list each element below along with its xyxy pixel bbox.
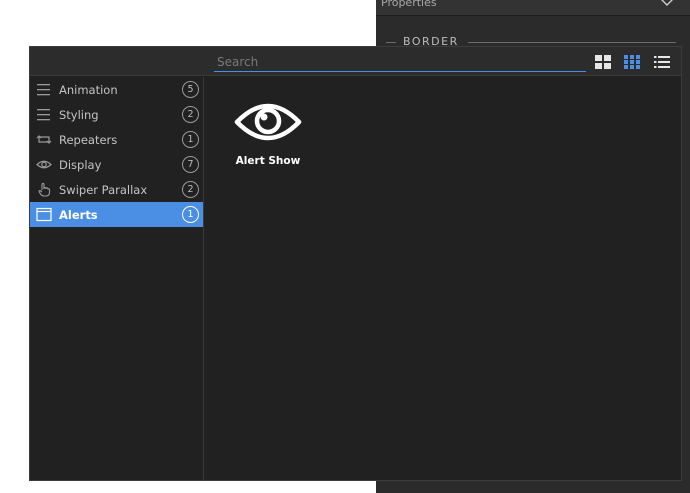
- sidebar-item-styling[interactable]: Styling 2: [30, 102, 203, 127]
- window-icon: [36, 207, 52, 222]
- repeat-icon: [36, 135, 52, 144]
- count-badge: 5: [182, 81, 199, 98]
- item-tile-alert-show[interactable]: Alert Show: [233, 99, 303, 175]
- sidebar-item-display[interactable]: Display 7: [30, 152, 203, 177]
- count-badge: 7: [182, 156, 199, 173]
- sidebar-item-label: Alerts: [59, 208, 98, 222]
- divider: [386, 42, 396, 43]
- properties-header[interactable]: Properties: [376, 0, 690, 16]
- eye-icon: [234, 103, 302, 141]
- sidebar-item-label: Styling: [59, 108, 99, 122]
- count-badge: 1: [182, 131, 199, 148]
- divider: [468, 42, 676, 43]
- hand-pointer-icon: [38, 182, 51, 197]
- element-picker-popup: Animation 5 Styling 2 Repeaters 1: [29, 46, 682, 481]
- large-grid-view-icon[interactable]: [595, 54, 611, 70]
- chevron-down-icon[interactable]: [660, 0, 674, 7]
- sidebar-item-label: Repeaters: [59, 133, 118, 147]
- items-grid: Alert Show: [205, 77, 681, 480]
- sidebar-item-repeaters[interactable]: Repeaters 1: [30, 127, 203, 152]
- sidebar-item-animation[interactable]: Animation 5: [30, 77, 203, 102]
- hamburger-icon: [37, 109, 50, 121]
- count-badge: 2: [182, 181, 199, 198]
- list-view-icon[interactable]: [654, 54, 670, 70]
- eye-icon: [36, 160, 52, 169]
- sidebar-item-label: Swiper Parallax: [59, 183, 148, 197]
- sidebar-item-label: Animation: [59, 83, 118, 97]
- category-sidebar: Animation 5 Styling 2 Repeaters 1 Displa…: [30, 77, 204, 480]
- sidebar-item-swiper-parallax[interactable]: Swiper Parallax 2: [30, 177, 203, 202]
- count-badge: 1: [182, 206, 199, 223]
- search-input[interactable]: [214, 52, 586, 72]
- hamburger-icon: [37, 84, 50, 96]
- properties-title: Properties: [381, 0, 437, 9]
- sidebar-item-label: Display: [59, 158, 102, 172]
- small-grid-view-icon[interactable]: [624, 54, 640, 70]
- popup-toolbar: [30, 47, 681, 76]
- item-tile-label: Alert Show: [235, 155, 301, 167]
- sidebar-item-alerts[interactable]: Alerts 1: [30, 202, 203, 227]
- count-badge: 2: [182, 106, 199, 123]
